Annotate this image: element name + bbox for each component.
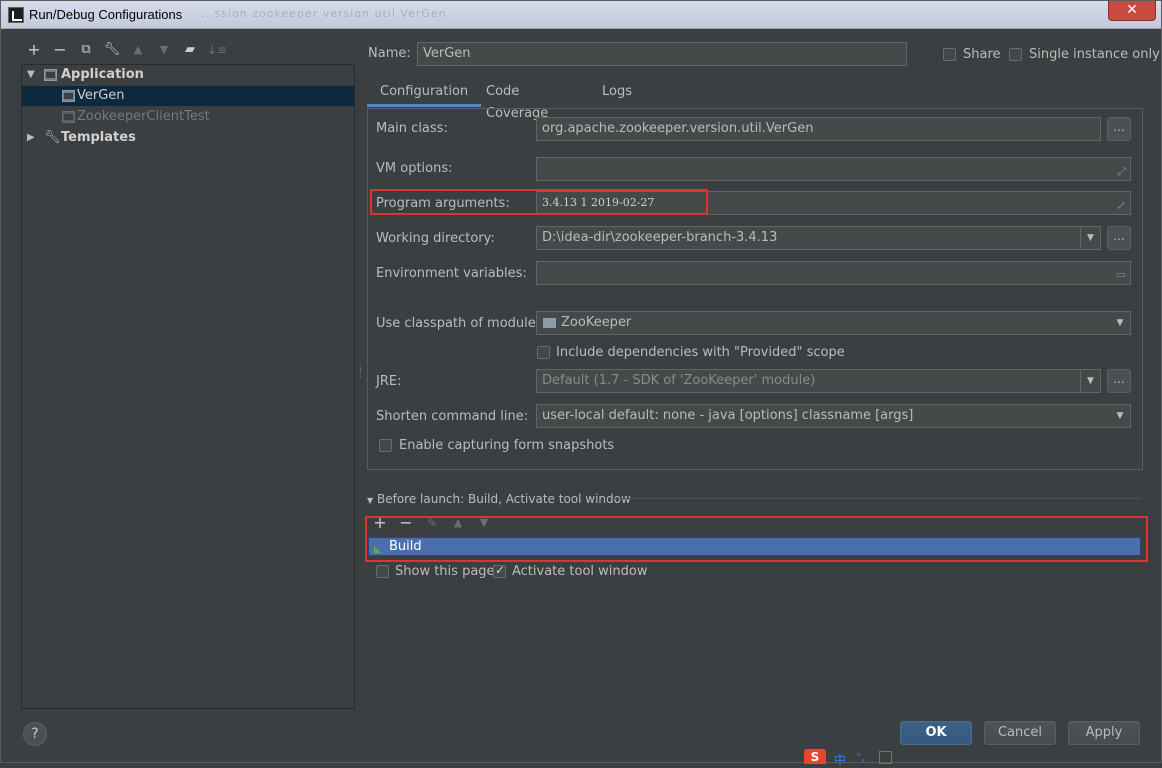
jre-label: JRE: bbox=[376, 374, 402, 389]
tab-logs[interactable]: Logs bbox=[602, 81, 632, 107]
show-page-checkbox[interactable] bbox=[376, 565, 389, 578]
main-class-field[interactable]: org.apache.zookeeper.version.util.VerGen bbox=[536, 117, 1101, 141]
chevron-down-icon[interactable]: ▼ bbox=[1110, 405, 1130, 427]
vm-options-field[interactable]: ⤢ bbox=[536, 157, 1131, 181]
apply-button[interactable]: Apply bbox=[1068, 721, 1140, 745]
intellij-icon bbox=[8, 7, 24, 23]
jre-combo[interactable]: Default (1.7 - SDK of 'ZooKeeper' module… bbox=[536, 369, 1101, 393]
tree-node-templates[interactable]: ▶ 🔧︎ Templates bbox=[22, 128, 354, 148]
copy-icon[interactable]: ⧉ bbox=[77, 41, 95, 59]
ime-language-indicator[interactable]: 中 bbox=[834, 751, 846, 768]
tree-node-application[interactable]: ▼ Application bbox=[22, 65, 354, 85]
chevron-right-icon[interactable]: ▶ bbox=[27, 128, 35, 148]
working-directory-browse-button[interactable]: ... bbox=[1107, 226, 1131, 250]
ime-logo-icon[interactable]: S bbox=[804, 749, 826, 764]
name-field[interactable]: VerGen bbox=[417, 42, 907, 66]
jre-value: Default (1.7 - SDK of 'ZooKeeper' module… bbox=[542, 373, 816, 388]
title-bar: Run/Debug Configurations ...ssion zookee… bbox=[1, 1, 1161, 29]
chevron-down-icon[interactable]: ▼ bbox=[1080, 370, 1100, 392]
chevron-down-icon[interactable]: ▼ bbox=[1110, 312, 1130, 334]
tree-item-label: VerGen bbox=[77, 88, 125, 103]
folder-open-icon[interactable]: ▭ bbox=[1116, 264, 1126, 284]
environment-variables-field[interactable]: ▭ bbox=[536, 261, 1131, 285]
folder-icon[interactable]: ▰ bbox=[181, 41, 199, 59]
chevron-down-icon[interactable]: ▼ bbox=[367, 496, 373, 505]
main-class-label: Main class: bbox=[376, 121, 448, 136]
classpath-module-combo[interactable]: ZooKeeper ▼ bbox=[536, 311, 1131, 335]
shorten-command-line-label: Shorten command line: bbox=[376, 409, 529, 424]
single-instance-checkbox[interactable] bbox=[1009, 48, 1022, 61]
wrench-icon: 🔧︎ bbox=[44, 130, 61, 145]
module-folder-icon bbox=[543, 318, 556, 328]
wrench-icon[interactable]: 🔧︎ bbox=[103, 41, 121, 59]
sort-icon[interactable]: ↓≡ bbox=[207, 41, 227, 59]
title-background-breadcrumb: ...ssion zookeeper version util VerGen bbox=[201, 7, 447, 20]
tree-item-vergen[interactable]: VerGen bbox=[22, 86, 354, 106]
application-icon bbox=[44, 69, 57, 81]
main-class-browse-button[interactable]: ... bbox=[1107, 117, 1131, 141]
show-page-label: Show this page bbox=[395, 564, 495, 579]
expand-icon[interactable]: ⤢ bbox=[1117, 195, 1126, 214]
close-button[interactable]: ✕ bbox=[1108, 1, 1156, 21]
window-title: Run/Debug Configurations bbox=[29, 7, 183, 22]
tree-item-zookeeperclienttest[interactable]: ZookeeperClientTest bbox=[22, 107, 354, 127]
ime-toolbar: S 中 °, bbox=[804, 749, 894, 767]
add-icon[interactable]: + bbox=[25, 41, 43, 59]
chevron-down-icon[interactable]: ▼ bbox=[27, 65, 35, 85]
expand-icon[interactable]: ⤢ bbox=[1117, 161, 1126, 180]
working-directory-combo[interactable]: D:\idea-dir\zookeeper-branch-3.4.13 ▼ bbox=[536, 226, 1101, 250]
working-directory-label: Working directory: bbox=[376, 231, 495, 246]
tree-item-label: ZookeeperClientTest bbox=[77, 109, 210, 124]
ok-button[interactable]: OK bbox=[900, 721, 972, 745]
activate-tool-window-checkbox[interactable] bbox=[493, 563, 506, 578]
single-instance-label: Single instance only bbox=[1029, 47, 1160, 62]
tab-code-coverage[interactable]: Code Coverage bbox=[486, 81, 548, 121]
chevron-down-icon[interactable]: ▼ bbox=[1080, 227, 1100, 249]
highlight-box-before-launch bbox=[365, 516, 1148, 562]
enable-snapshots-checkbox[interactable] bbox=[379, 439, 392, 452]
classpath-module-value: ZooKeeper bbox=[561, 315, 632, 330]
name-label: Name: bbox=[368, 46, 411, 61]
tree-node-label: Templates bbox=[61, 130, 136, 145]
before-launch-header[interactable]: ▼ Before launch: Build, Activate tool wi… bbox=[367, 492, 631, 506]
working-directory-value: D:\idea-dir\zookeeper-branch-3.4.13 bbox=[542, 230, 778, 245]
include-dependencies-checkbox[interactable] bbox=[537, 346, 550, 359]
classpath-module-label: Use classpath of module: bbox=[376, 316, 541, 331]
activate-tool-window-label: Activate tool window bbox=[512, 564, 648, 579]
config-tree: ▼ Application VerGen ZookeeperClientTest… bbox=[21, 64, 355, 709]
run-debug-dialog: Run/Debug Configurations ...ssion zookee… bbox=[0, 0, 1162, 767]
application-icon bbox=[62, 90, 75, 102]
enable-snapshots-label: Enable capturing form snapshots bbox=[399, 438, 615, 453]
tree-node-label: Application bbox=[61, 67, 144, 82]
move-up-icon[interactable]: ▲ bbox=[129, 41, 147, 59]
cancel-button[interactable]: Cancel bbox=[984, 721, 1056, 745]
remove-icon[interactable]: − bbox=[51, 41, 69, 59]
before-launch-separator bbox=[613, 498, 1141, 499]
share-label: Share bbox=[963, 47, 1001, 62]
move-down-icon[interactable]: ▼ bbox=[155, 41, 173, 59]
vm-options-label: VM options: bbox=[376, 161, 453, 176]
before-launch-title: Before launch: Build, Activate tool wind… bbox=[376, 492, 631, 506]
share-checkbox[interactable] bbox=[943, 48, 956, 61]
tab-configuration[interactable]: Configuration bbox=[367, 81, 482, 107]
highlight-box-program-arguments bbox=[370, 189, 708, 215]
environment-variables-label: Environment variables: bbox=[376, 266, 527, 281]
help-button[interactable]: ? bbox=[23, 722, 47, 746]
application-icon bbox=[62, 111, 75, 123]
jre-browse-button[interactable]: ... bbox=[1107, 369, 1131, 393]
ime-punctuation-indicator[interactable]: °, bbox=[856, 751, 865, 764]
shorten-command-line-value: user-local default: none - java [options… bbox=[542, 408, 914, 423]
splitter-handle[interactable]: ⋮ ⋮ bbox=[356, 366, 365, 379]
shorten-command-line-combo[interactable]: user-local default: none - java [options… bbox=[536, 404, 1131, 428]
ime-keyboard-icon[interactable] bbox=[879, 751, 892, 764]
include-dependencies-label: Include dependencies with "Provided" sco… bbox=[556, 345, 845, 360]
